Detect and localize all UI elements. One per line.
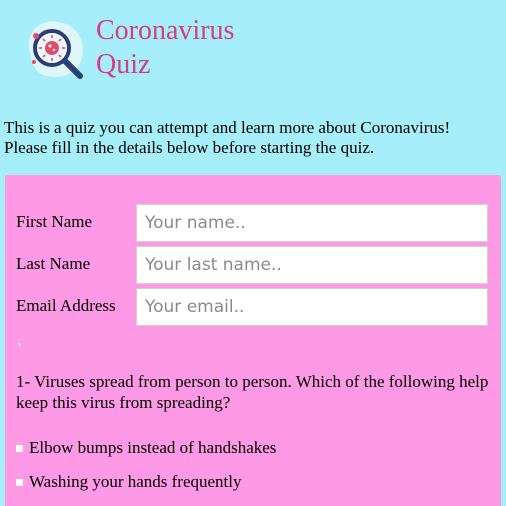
virus-magnifier-icon (20, 14, 90, 84)
page-title-line2: Quiz (96, 49, 151, 80)
option-checkbox[interactable] (16, 478, 23, 486)
quiz-option[interactable]: Elbow bumps instead of handshakes (16, 437, 486, 458)
option-label: Washing your hands frequently (29, 472, 242, 491)
intro-line1: This is a quiz you can attempt and learn… (4, 118, 451, 137)
separator-dot (18, 343, 21, 346)
email-label: Email Address (16, 296, 116, 315)
question-text: 1- Viruses spread from person to person.… (16, 372, 489, 412)
intro-line2: Please fill in the details below before … (4, 138, 375, 157)
first-name-row: First Name (16, 204, 490, 244)
last-name-label: Last Name (16, 254, 91, 273)
option-checkbox[interactable] (16, 444, 23, 452)
last-name-input[interactable] (136, 246, 488, 284)
last-name-row: Last Name (16, 246, 490, 286)
intro-text: This is a quiz you can attempt and learn… (4, 118, 504, 158)
email-row: Email Address (16, 288, 490, 328)
quiz-page: Coronavirus Quiz This is a quiz you can … (0, 0, 506, 506)
page-title-line1: Coronavirus (96, 15, 235, 46)
quiz-panel: First Name Last Name Email Address 1- Vi… (5, 175, 501, 506)
option-label: Elbow bumps instead of handshakes (29, 438, 277, 457)
first-name-label: First Name (16, 212, 93, 231)
first-name-input[interactable] (136, 204, 488, 242)
quiz-option[interactable]: Washing your hands frequently (16, 471, 486, 492)
page-title: Coronavirus Quiz (96, 14, 234, 82)
email-input[interactable] (136, 288, 488, 326)
